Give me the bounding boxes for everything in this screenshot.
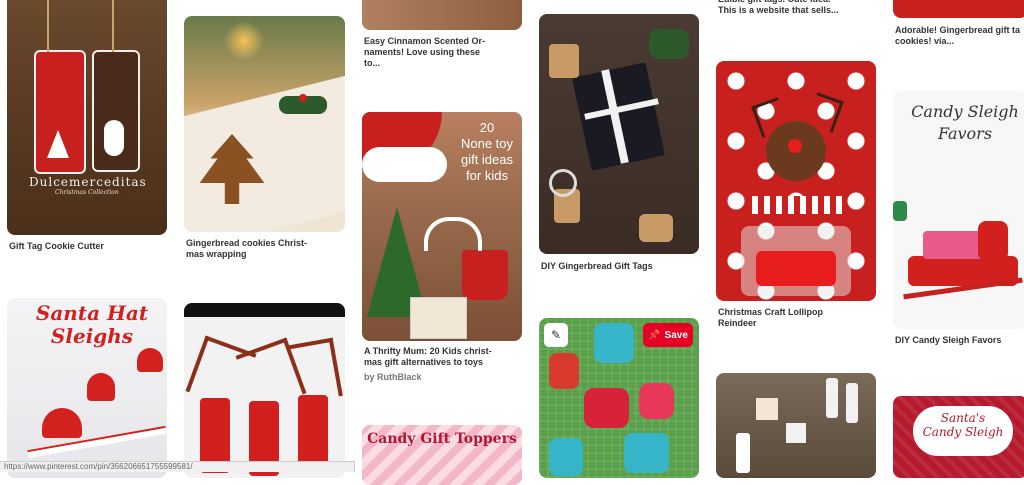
santas-sleigh-title: Santa's Candy Sleigh bbox=[922, 411, 1004, 439]
candy-sleigh-title: Candy Sleigh Favors bbox=[911, 102, 1019, 143]
pin-caption-diy-tags[interactable]: DIY Gingerbread Gift Tags bbox=[541, 261, 696, 272]
pin-image-santa-hat-sleighs[interactable]: Santa Hat Sleighs bbox=[7, 298, 167, 478]
pin-caption-adorable[interactable]: Adorable! Gingerbread gift ta cookies! v… bbox=[895, 25, 1024, 47]
thrifty-overlay-text: 20 None toy gift ideas for kids bbox=[460, 120, 514, 183]
watermark-dulcemerceditas: Dulcemerceditas bbox=[29, 175, 147, 189]
pin-caption-edible-tags[interactable]: Edible gift tags. Cute idea. This is a w… bbox=[718, 0, 873, 16]
pin-image-thrifty-mum[interactable]: 20 None toy gift ideas for kids bbox=[362, 112, 522, 341]
pin-image-gift-tag-cookies[interactable]: Dulcemerceditas Christmas Collection bbox=[7, 0, 167, 235]
watermark-collection: Christmas Collection bbox=[55, 189, 119, 196]
pin-image-lollipop-reindeer[interactable] bbox=[716, 61, 876, 301]
candy-toppers-title: Candy Gift Toppers bbox=[367, 431, 517, 447]
pin-caption-lollipop[interactable]: Christmas Craft Lollipop Reindeer bbox=[718, 307, 873, 329]
pin-image-adorable-top[interactable] bbox=[893, 0, 1024, 18]
save-button[interactable]: 📌 Save bbox=[643, 323, 693, 347]
pin-image-diy-gingerbread-tags[interactable] bbox=[539, 14, 699, 254]
edit-pin-button[interactable]: ✎ bbox=[544, 323, 568, 347]
pin-image-candy-toppers[interactable]: Candy Gift Toppers bbox=[362, 425, 522, 485]
santa-hat-title: Santa Hat Sleighs bbox=[35, 301, 149, 348]
pin-image-gingerbread-wrap[interactable] bbox=[184, 16, 345, 232]
pin-caption-cinnamon[interactable]: Easy Cinnamon Scented Or- naments! Love … bbox=[364, 36, 519, 69]
pencil-icon: ✎ bbox=[550, 328, 562, 342]
pin-image-reindeer-pipecleaners[interactable] bbox=[184, 303, 345, 478]
pin-image-candy-sleigh-favors[interactable]: Candy Sleigh Favors bbox=[893, 91, 1024, 329]
pin-caption-gingerbread-wrap[interactable]: Gingerbread cookies Christ- mas wrapping bbox=[186, 238, 341, 260]
save-button-label: Save bbox=[664, 329, 688, 341]
pin-caption-candy-sleigh[interactable]: DIY Candy Sleigh Favors bbox=[895, 335, 1024, 346]
pin-image-marshmallow[interactable] bbox=[716, 373, 876, 478]
pin-image-santas-candy-sleigh[interactable]: Santa's Candy Sleigh bbox=[893, 396, 1024, 478]
pin-image-cinnamon[interactable] bbox=[362, 0, 522, 30]
pin-author-ruthblack[interactable]: by RuthBlack bbox=[364, 372, 422, 382]
pin-caption-gift-tag[interactable]: Gift Tag Cookie Cutter bbox=[9, 241, 164, 252]
browser-status-url: https://www.pinterest.com/pin/3562066517… bbox=[0, 461, 355, 472]
pin-icon: 📌 bbox=[648, 329, 661, 341]
pin-caption-thrifty[interactable]: A Thrifty Mum: 20 Kids christ- mas gift … bbox=[364, 346, 519, 368]
